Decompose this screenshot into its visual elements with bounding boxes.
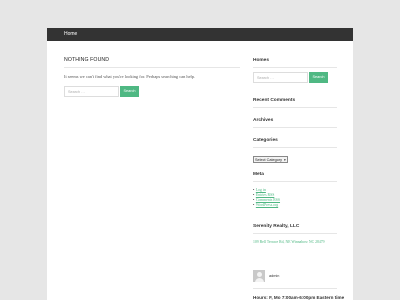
widget-divider [253, 181, 337, 182]
page-container: Home NOTHING FOUND It seems we can't fin… [47, 28, 353, 300]
widget-divider [253, 127, 337, 128]
login-link[interactable]: Log in [256, 188, 266, 192]
categories-title: Categories [253, 138, 278, 143]
bullet-icon: • [253, 188, 255, 192]
bullet-icon: • [253, 203, 255, 207]
comments-rss-link[interactable]: Comments RSS [256, 198, 280, 202]
widget-divider [253, 233, 337, 234]
meta-links: • Log in • Entries RSS • Comments RSS • Word… [253, 188, 337, 208]
recent-comments-title: Recent Comments [253, 98, 296, 103]
widget-divider [253, 147, 337, 148]
widget-divider [253, 107, 337, 108]
title-divider [64, 67, 240, 68]
category-select-value: Select Category [255, 158, 283, 162]
author-name: admin [269, 274, 280, 278]
main-search-form: Search [64, 86, 240, 97]
bullet-icon: • [253, 198, 255, 202]
avatar[interactable] [253, 270, 265, 282]
entries-rss-link[interactable]: Entries RSS [256, 193, 274, 197]
archives-widget: Archives [253, 117, 337, 128]
sidebar-search-form: Search [253, 72, 337, 83]
meta-widget: Meta • Log in • Entries RSS • Comments RSS … [253, 171, 337, 208]
search-widget: Homes Search [253, 57, 337, 83]
wordpress-org-link[interactable]: WordPress.org [256, 203, 278, 207]
archives-title: Archives [253, 118, 274, 123]
categories-widget: Categories Select Category ▾ [253, 137, 337, 166]
sidebar-search-button[interactable]: Search [309, 72, 328, 83]
nav-home-link[interactable]: Home [64, 31, 77, 38]
main-search-button[interactable]: Search [120, 86, 139, 97]
author-row: admin [253, 270, 337, 285]
bullet-icon: • [253, 193, 255, 197]
widget-divider [253, 288, 337, 289]
widget-divider [253, 67, 337, 68]
top-navbar: Home [47, 28, 353, 41]
company-title: Serenity Realty, LLC [253, 224, 300, 229]
meta-title: Meta [253, 172, 264, 177]
page-title: NOTHING FOUND [64, 57, 110, 63]
business-hours: Hours: F, Mo 7:00am-6:00pm Eastern time [253, 295, 345, 300]
sidebar-search-input[interactable] [253, 72, 308, 83]
chevron-down-icon: ▾ [284, 158, 286, 162]
author-widget: admin [253, 270, 337, 289]
avatar-head [256, 272, 262, 277]
avatar-body [254, 277, 264, 282]
not-found-message: It seems we can't find what you're looki… [64, 74, 196, 79]
company-widget: Serenity Realty, LLC 109 Bell Terrace Rd… [253, 223, 337, 245]
recent-comments-widget: Recent Comments [253, 97, 337, 108]
search-widget-title: Homes [253, 58, 269, 63]
company-address-link[interactable]: 109 Bell Terrace Rd, NE Winnabow NC 2847… [253, 240, 337, 245]
category-select[interactable]: Select Category ▾ [253, 156, 288, 163]
main-content: NOTHING FOUND It seems we can't find wha… [64, 57, 240, 97]
main-search-input[interactable] [64, 86, 119, 97]
meta-item: • WordPress.org [253, 203, 337, 208]
